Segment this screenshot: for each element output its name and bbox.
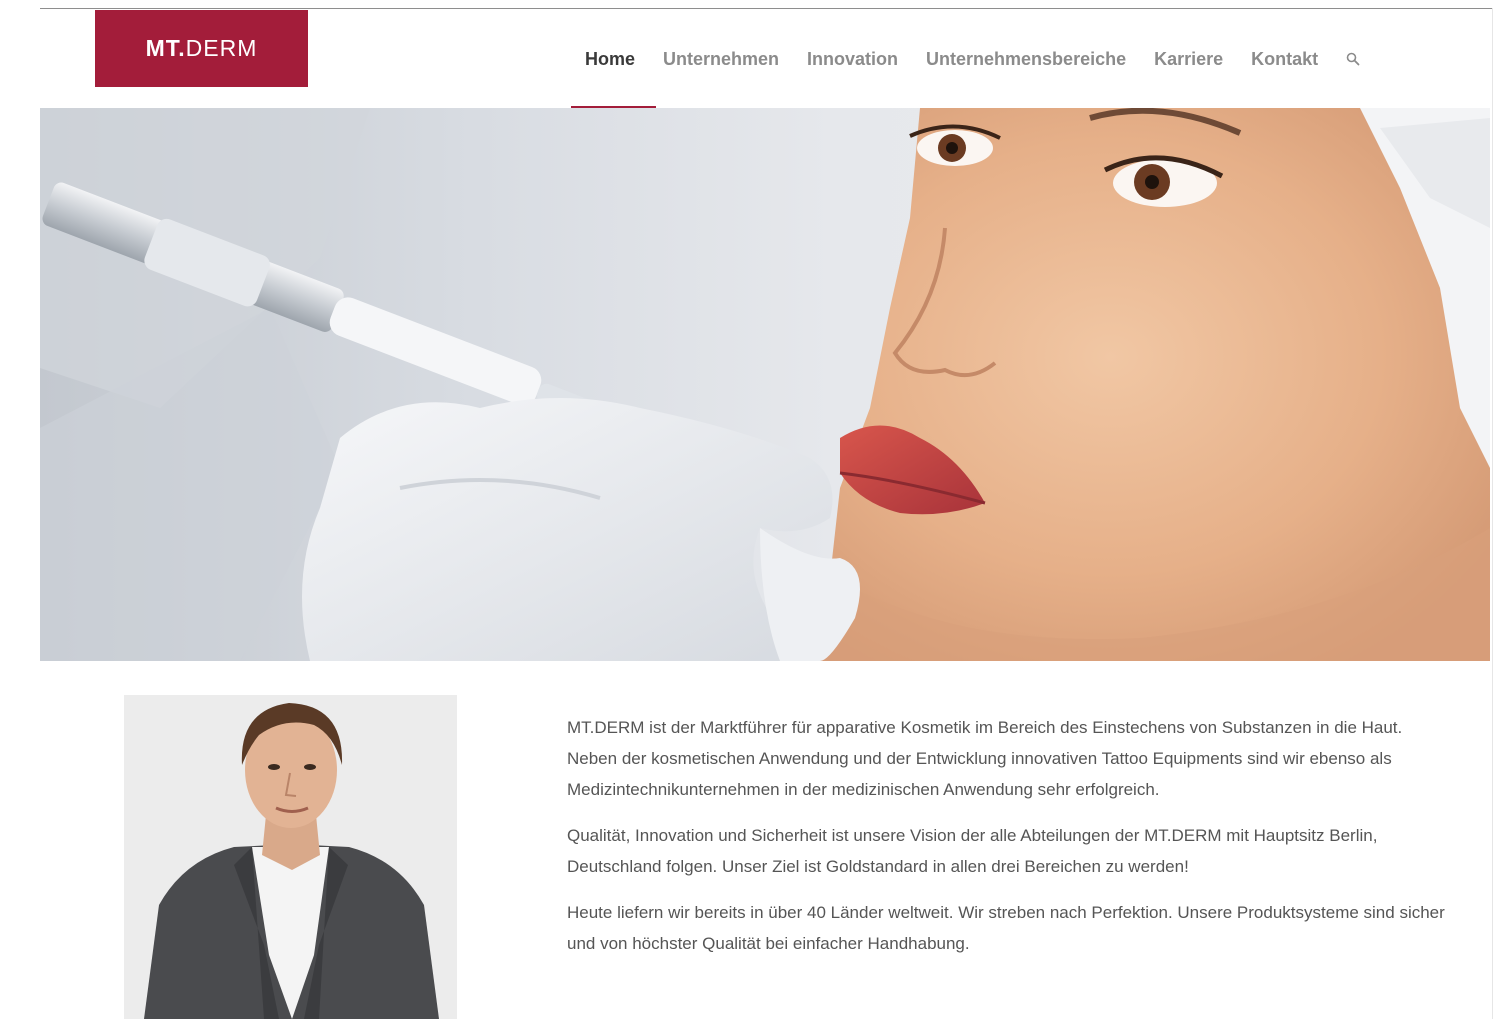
logo-text-light: DERM <box>185 35 258 61</box>
intro-paragraph-1: MT.DERM ist der Marktführer für apparati… <box>567 718 1403 799</box>
nav-item-unternehmen[interactable]: Unternehmen <box>649 44 793 74</box>
logo-text-bold: MT. <box>145 35 186 61</box>
right-divider <box>1492 8 1493 1019</box>
hero-image <box>40 108 1490 661</box>
nav-item-innovation[interactable]: Innovation <box>793 44 912 74</box>
intro-text: MT.DERM ist der Marktführer für apparati… <box>567 712 1447 974</box>
search-button[interactable] <box>1332 44 1370 74</box>
logo-text: MT.DERM <box>146 35 258 62</box>
top-divider <box>40 8 1493 9</box>
nav-item-kontakt[interactable]: Kontakt <box>1237 44 1332 74</box>
main-nav: Home Unternehmen Innovation Unternehmens… <box>571 44 1370 74</box>
portrait-image <box>124 695 457 1019</box>
intro-paragraph-3: Heute liefern wir bereits in über 40 Län… <box>567 903 1445 953</box>
search-icon <box>1346 52 1360 66</box>
intro-paragraph-2: Qualität, Innovation und Sicherheit ist … <box>567 826 1378 876</box>
portrait-illustration <box>124 695 457 1019</box>
hero-illustration <box>40 108 1490 661</box>
nav-item-home[interactable]: Home <box>571 44 649 74</box>
logo[interactable]: MT.DERM <box>95 10 308 87</box>
nav-item-karriere[interactable]: Karriere <box>1140 44 1237 74</box>
page: MT.DERM Home Unternehmen Innovation Unte… <box>0 0 1500 1019</box>
nav-item-unternehmensbereiche[interactable]: Unternehmensbereiche <box>912 44 1140 74</box>
